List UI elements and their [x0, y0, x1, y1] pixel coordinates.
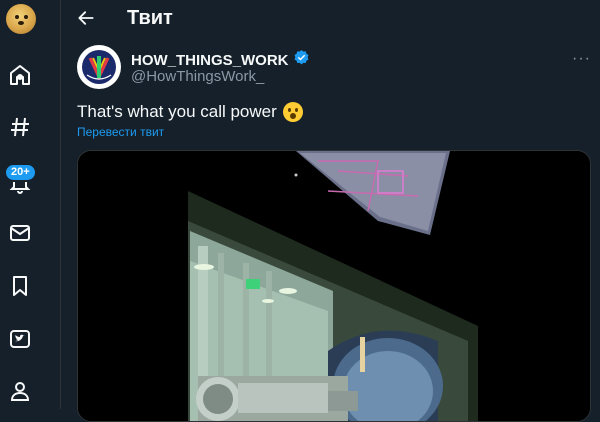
doge-logo-icon[interactable] [6, 4, 36, 34]
tweet-text-row: That's what you call power [77, 102, 303, 122]
translate-link[interactable]: Перевести твит [77, 125, 164, 139]
notifications-badge: 20+ [4, 163, 37, 182]
person-icon[interactable] [5, 376, 35, 406]
sidebar-divider [60, 0, 61, 409]
page-title: Твит [127, 7, 173, 29]
sidebar: 20+ [0, 0, 40, 409]
more-options-icon[interactable]: ··· [572, 50, 591, 68]
twitter-blue-icon[interactable] [5, 324, 35, 354]
envelope-icon[interactable] [5, 218, 35, 248]
avatar[interactable] [77, 45, 121, 89]
tweet-text: That's what you call power [77, 102, 277, 121]
hashtag-icon[interactable] [5, 112, 35, 142]
back-arrow-icon[interactable] [74, 6, 98, 30]
video-frame [78, 151, 590, 421]
author-handle[interactable]: @HowThingsWork_ [131, 68, 264, 85]
author-name[interactable]: HOW_THINGS_WORK [131, 52, 289, 69]
tweet-video[interactable] [77, 150, 591, 422]
verified-badge-icon [293, 49, 310, 71]
astonished-face-icon [282, 102, 303, 122]
home-icon[interactable] [5, 60, 35, 90]
bookmark-icon[interactable] [5, 271, 35, 301]
